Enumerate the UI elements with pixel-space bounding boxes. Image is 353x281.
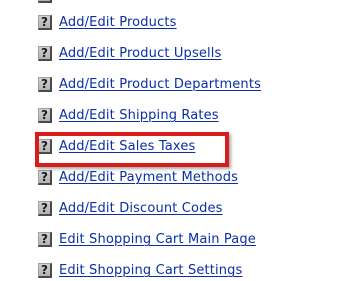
- link-add-edit-shipping-rates[interactable]: Add/Edit Shipping Rates: [59, 108, 219, 124]
- link-edit-shopping-cart-main-page[interactable]: Edit Shopping Cart Main Page: [59, 232, 256, 248]
- help-icon[interactable]: ?: [38, 15, 52, 30]
- help-icon[interactable]: ?: [38, 170, 52, 185]
- help-icon[interactable]: ?: [38, 77, 52, 92]
- link-add-edit-product-departments[interactable]: Add/Edit Product Departments: [59, 77, 261, 93]
- link-add-edit-payment-methods[interactable]: Add/Edit Payment Methods: [59, 170, 238, 186]
- help-icon[interactable]: ?: [38, 139, 52, 154]
- help-icon[interactable]: ?: [38, 263, 52, 278]
- admin-menu: ? Add/Edit Products ? Add/Edit Product U…: [0, 0, 353, 278]
- link-add-edit-product-upsells[interactable]: Add/Edit Product Upsells: [59, 46, 221, 62]
- help-icon[interactable]: ?: [38, 232, 52, 247]
- link-add-edit-sales-taxes[interactable]: Add/Edit Sales Taxes: [59, 139, 195, 155]
- help-icon[interactable]: ?: [38, 201, 52, 216]
- help-icon[interactable]: [38, 0, 52, 3]
- link-add-edit-products[interactable]: Add/Edit Products: [59, 15, 177, 31]
- link-edit-shopping-cart-settings[interactable]: Edit Shopping Cart Settings: [59, 263, 242, 279]
- help-icon[interactable]: ?: [38, 108, 52, 123]
- link-add-edit-discount-codes[interactable]: Add/Edit Discount Codes: [59, 201, 223, 217]
- help-icon[interactable]: ?: [38, 46, 52, 61]
